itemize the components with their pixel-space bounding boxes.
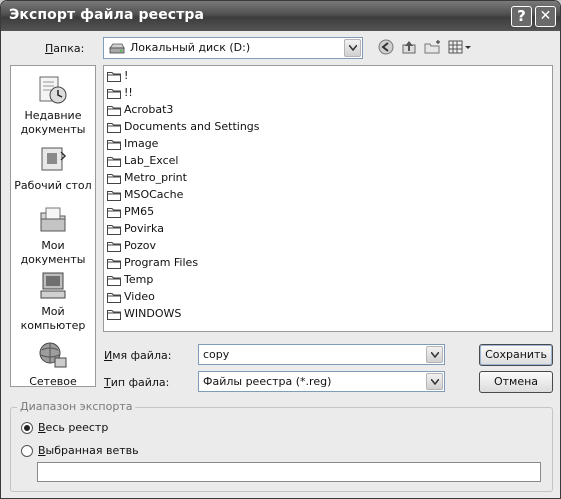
back-icon[interactable] xyxy=(378,39,394,55)
folder-icon xyxy=(107,225,121,235)
lookin-dropdown-button[interactable] xyxy=(344,39,361,57)
folder-icon xyxy=(107,106,121,116)
filetype-label: Тип файла: xyxy=(104,376,170,389)
file-name: Video xyxy=(124,290,155,303)
folder-icon xyxy=(107,89,121,99)
desktop-icon xyxy=(41,147,67,171)
filetype-value: Файлы реестра (*.reg) xyxy=(203,375,332,388)
my-documents-icon xyxy=(40,207,66,232)
folder-icon xyxy=(107,140,121,150)
selected-branch-label[interactable]: Выбранная ветвь xyxy=(38,444,139,457)
file-name: PM65 xyxy=(124,205,155,218)
file-name: Povirka xyxy=(124,222,164,235)
lookin-combo[interactable]: Локальный диск (D:) xyxy=(103,37,363,59)
folder-icon xyxy=(107,174,121,184)
place-my-computer[interactable]: Мой компьютер xyxy=(11,270,95,333)
export-registry-dialog: Экспорт файла реестра ? ✕ Папка: Локальн… xyxy=(0,0,561,499)
place-desktop[interactable]: Рабочий стол xyxy=(11,144,95,193)
up-folder-icon[interactable] xyxy=(401,39,417,55)
chevron-down-icon xyxy=(431,379,439,385)
help-button[interactable]: ? xyxy=(511,6,532,27)
new-folder-icon[interactable] xyxy=(424,39,442,55)
view-menu-icon[interactable] xyxy=(448,39,472,55)
file-name: Documents and Settings xyxy=(124,120,260,133)
file-name: ! xyxy=(124,69,129,82)
file-name: !! xyxy=(124,86,133,99)
place-network[interactable]: Сетевое xyxy=(11,340,95,389)
place-recent-documents[interactable]: Недавние документы xyxy=(11,74,95,137)
file-name: Acrobat3 xyxy=(124,103,174,116)
folder-icon xyxy=(107,293,121,303)
all-registry-label[interactable]: Весь реестр xyxy=(38,421,108,434)
radio-selected-dot xyxy=(24,425,30,431)
file-name: MSOCache xyxy=(124,188,184,201)
recent-documents-icon xyxy=(39,76,67,104)
filename-label: Имя файла: xyxy=(104,349,172,362)
file-name: WINDOWS xyxy=(124,307,182,320)
export-range-title: Диапазон экспорта xyxy=(17,400,136,413)
filename-value: copy xyxy=(203,348,230,361)
filetype-dropdown-button[interactable] xyxy=(426,373,443,390)
folder-icon xyxy=(107,123,121,133)
close-button[interactable]: ✕ xyxy=(535,6,556,27)
folder-icon xyxy=(107,157,121,167)
folder-icon xyxy=(107,208,121,218)
file-name: Temp xyxy=(124,273,154,286)
window-title: Экспорт файла реестра xyxy=(9,7,205,23)
places-bar: Недавние документы Рабочий стол Мои доку… xyxy=(10,65,96,389)
folder-icon xyxy=(107,276,121,286)
file-name: Pozov xyxy=(124,239,156,252)
file-name: Lab_Excel xyxy=(124,154,179,167)
close-icon: ✕ xyxy=(539,8,552,24)
file-name: Image xyxy=(124,137,159,150)
file-name: Metro_print xyxy=(124,171,187,184)
radio-selected-branch[interactable] xyxy=(21,445,33,457)
folder-icon xyxy=(107,191,121,201)
network-icon xyxy=(39,342,67,368)
filetype-combo[interactable]: Файлы реестра (*.reg) xyxy=(198,371,445,392)
branch-path-input[interactable] xyxy=(37,462,541,482)
folder-icon xyxy=(107,259,121,269)
chevron-down-icon xyxy=(349,45,357,51)
title-bar: Экспорт файла реестра ? ✕ xyxy=(1,1,560,31)
file-name: Program Files xyxy=(124,256,199,269)
folder-icon xyxy=(107,310,121,320)
filename-combo[interactable]: copy xyxy=(198,344,445,365)
file-list[interactable]: !!! Acrobat3 Documents and Settings Image La… xyxy=(103,65,553,332)
cancel-button[interactable]: Отмена xyxy=(479,371,553,393)
drive-icon xyxy=(109,43,125,54)
save-button[interactable]: Сохранить xyxy=(479,344,553,366)
radio-all-registry[interactable] xyxy=(21,422,33,434)
place-my-documents[interactable]: Мои документы xyxy=(11,204,95,267)
lookin-label: Папка: xyxy=(45,42,85,55)
chevron-down-icon xyxy=(431,352,439,358)
lookin-value: Локальный диск (D:) xyxy=(130,41,251,54)
folder-icon xyxy=(107,72,121,82)
filename-dropdown-button[interactable] xyxy=(426,346,443,363)
folder-icon xyxy=(107,242,121,252)
my-computer-icon xyxy=(40,272,66,299)
